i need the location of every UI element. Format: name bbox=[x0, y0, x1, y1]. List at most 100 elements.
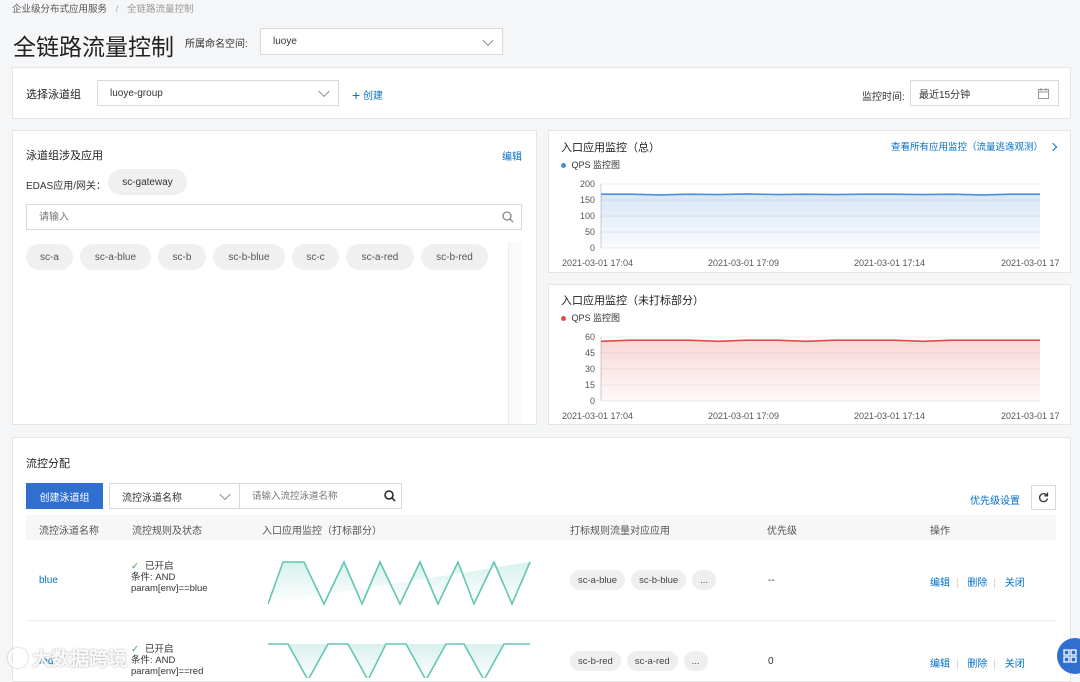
edit-link[interactable]: 编辑 bbox=[930, 659, 950, 670]
x-tick-label: 2021-03-01 17:14 bbox=[854, 411, 925, 421]
y-tick-label: 0 bbox=[590, 396, 595, 406]
series-line bbox=[601, 193, 1040, 196]
rule-condition: 条件: AND bbox=[131, 572, 176, 583]
apps-search-input[interactable] bbox=[27, 205, 477, 229]
column-header: 打标规则流量对应应用 bbox=[570, 526, 670, 537]
rule-condition: 条件: AND bbox=[131, 655, 176, 666]
search-icon[interactable] bbox=[502, 211, 514, 223]
chart-untagged-legend: QPS 监控图 bbox=[561, 311, 620, 324]
priority-settings-link[interactable]: 优先级设置 bbox=[970, 492, 1020, 507]
create-label: 创建 bbox=[362, 91, 383, 102]
lane-group-value: luoye-group bbox=[110, 87, 163, 99]
x-tick-label: 2021-03-01 17:09 bbox=[708, 258, 779, 268]
lane-group-label: 选择泳道组 bbox=[26, 89, 81, 101]
series-area bbox=[601, 340, 1040, 401]
create-lane-group-link[interactable]: + 创建 bbox=[352, 86, 383, 103]
edit-apps-link[interactable]: 编辑 bbox=[502, 148, 522, 163]
app-tag[interactable]: sc-b-red bbox=[421, 244, 488, 270]
rule-param: param[env]==blue bbox=[131, 583, 208, 594]
breadcrumb-parent[interactable]: 企业级分布式应用服务 bbox=[12, 4, 107, 15]
refresh-button[interactable] bbox=[1031, 485, 1056, 510]
lane-group-select[interactable]: luoye-group bbox=[97, 80, 339, 106]
app-tag[interactable]: sc-a-red bbox=[346, 244, 414, 270]
more-apps-tag[interactable]: ... bbox=[692, 570, 717, 590]
lane-name-link[interactable]: blue bbox=[39, 575, 58, 586]
lane-filter-select[interactable]: 流控泳道名称 bbox=[109, 483, 240, 509]
chevron-down-icon bbox=[482, 34, 494, 46]
apps-search-box bbox=[26, 204, 522, 230]
flow-title: 流控分配 bbox=[26, 458, 70, 470]
legend-dot-icon bbox=[561, 163, 566, 168]
qps-chart-total: 200 150 100 50 0 2021-03-01 17:04 2021-03-01 1… bbox=[562, 179, 1060, 268]
priority-value: -- bbox=[768, 575, 775, 586]
monitor-time-value: 最近15分钟 bbox=[919, 89, 971, 101]
apps-scrollbar[interactable] bbox=[508, 242, 522, 424]
chevron-right-icon bbox=[1048, 142, 1057, 152]
check-icon: ✓ bbox=[131, 561, 139, 572]
y-tick-label: 45 bbox=[585, 348, 595, 358]
lane-filter-input[interactable] bbox=[240, 484, 375, 508]
app-tag[interactable]: sc-b-red bbox=[570, 651, 621, 671]
page-title: 全链路流量控制 bbox=[13, 34, 174, 60]
chart-total-title: 入口应用监控（总） bbox=[561, 142, 660, 154]
column-header: 流控规则及状态 bbox=[132, 526, 202, 537]
search-icon[interactable] bbox=[384, 490, 396, 502]
view-all-monitor-label: 查看所有应用监控（流量逃逸观测） bbox=[891, 142, 1044, 153]
gateway-label: EDAS应用/网关： bbox=[26, 181, 107, 192]
namespace-label: 所属命名空间: bbox=[185, 39, 248, 50]
x-tick-label: 2021-03-01 17:09 bbox=[708, 411, 779, 421]
app-tag[interactable]: sc-b-blue bbox=[631, 570, 687, 590]
tagged-traffic-sparkline bbox=[268, 643, 530, 678]
y-tick-label: 50 bbox=[585, 227, 595, 237]
row-actions: 编辑 | 删除 | 关闭 bbox=[930, 659, 1025, 670]
app-tag[interactable]: sc-c bbox=[292, 244, 339, 270]
column-header: 流控泳道名称 bbox=[39, 526, 99, 537]
refresh-icon bbox=[1039, 492, 1049, 503]
y-tick-label: 100 bbox=[580, 211, 595, 221]
app-tag[interactable]: sc-a-red bbox=[626, 651, 678, 671]
close-link[interactable]: 关闭 bbox=[1005, 578, 1025, 589]
app-tag[interactable]: sc-b-blue bbox=[213, 244, 285, 270]
plus-icon: + bbox=[352, 87, 361, 103]
breadcrumb-separator: / bbox=[115, 4, 119, 15]
monitor-time-select[interactable]: 最近15分钟 bbox=[910, 80, 1059, 106]
tagged-apps: sc-b-red sc-a-red... bbox=[570, 651, 714, 671]
app-tag[interactable]: sc-a bbox=[26, 244, 73, 270]
more-apps-tag[interactable]: ... bbox=[683, 651, 708, 671]
row-actions: 编辑 | 删除 | 关闭 bbox=[930, 578, 1025, 589]
y-tick-label: 30 bbox=[585, 364, 595, 374]
namespace-select[interactable]: luoye bbox=[260, 28, 503, 55]
lane-filter-box bbox=[239, 483, 402, 509]
close-link[interactable]: 关闭 bbox=[1005, 659, 1025, 670]
watermark-logo-icon bbox=[8, 648, 28, 668]
watermark-text: 大数据跨境 bbox=[32, 649, 128, 670]
delete-link[interactable]: 删除 bbox=[967, 659, 987, 670]
priority-value: 0 bbox=[768, 656, 774, 667]
y-tick-label: 0 bbox=[590, 243, 595, 253]
status-label: 已开启 bbox=[144, 644, 174, 655]
edit-link[interactable]: 编辑 bbox=[930, 578, 950, 589]
create-lane-button[interactable]: 创建泳道组 bbox=[26, 483, 103, 509]
view-all-monitor-link[interactable]: 查看所有应用监控（流量逃逸观测） bbox=[891, 139, 1057, 153]
y-tick-label: 15 bbox=[585, 380, 595, 390]
status-label: 已开启 bbox=[144, 561, 174, 572]
rule-param: param[env]==red bbox=[131, 666, 204, 677]
gateway-tag[interactable]: sc-gateway bbox=[108, 169, 187, 195]
monitor-time-label: 监控时间: bbox=[862, 92, 905, 103]
check-icon: ✓ bbox=[131, 644, 139, 655]
chart-total-legend: QPS 监控图 bbox=[561, 158, 620, 171]
delete-link[interactable]: 删除 bbox=[967, 578, 987, 589]
apps-panel-title: 泳道组涉及应用 bbox=[26, 150, 103, 162]
column-header: 优先级 bbox=[767, 526, 797, 537]
grid-icon bbox=[1063, 649, 1077, 663]
app-tag[interactable]: sc-a-blue bbox=[80, 244, 151, 270]
series-area bbox=[601, 193, 1040, 248]
x-tick-label: 2021-03-01 17:14 bbox=[854, 258, 925, 268]
x-tick-label: 2021-03-01 17 bbox=[1001, 411, 1060, 421]
chevron-down-icon bbox=[318, 85, 330, 98]
breadcrumb: 企业级分布式应用服务 / 全链路流量控制 bbox=[12, 1, 193, 15]
app-tag[interactable]: sc-a-blue bbox=[570, 570, 626, 590]
legend-label: QPS 监控图 bbox=[571, 313, 621, 323]
chevron-down-icon bbox=[219, 488, 231, 501]
app-tag[interactable]: sc-b bbox=[158, 244, 206, 270]
